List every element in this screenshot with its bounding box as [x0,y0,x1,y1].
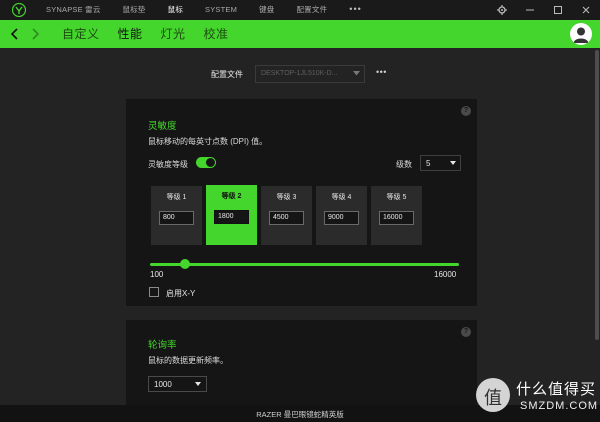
help-icon[interactable]: ? [461,106,471,116]
stage-dpi-input[interactable]: 4500 [269,211,304,225]
polling-rate-dropdown[interactable]: 1000 [148,376,207,392]
top-nav-mousepad[interactable]: 鼠标垫 [123,0,146,20]
sub-tabs: 自定义 性能 灯光 校准 [62,20,247,48]
stage-label: 等级 1 [166,194,187,201]
tab-customize[interactable]: 自定义 [62,20,100,48]
user-avatar[interactable] [570,23,592,45]
stage-count-label: 级数 [396,160,412,169]
polling-title: 轮询率 [148,340,177,351]
stage-count-dropdown[interactable]: 5 [420,155,461,171]
stage-label: 等级 3 [276,194,297,201]
polling-description: 鼠标的数据更新频率。 [148,356,228,365]
forward-arrow-icon[interactable] [28,25,44,43]
back-arrow-icon[interactable] [6,25,22,43]
watermark-text: 什么值得买 [516,381,597,398]
help-icon[interactable]: ? [461,327,471,337]
stage-dpi-input[interactable]: 16000 [379,211,414,225]
dpi-stage-5[interactable]: 等级 5 16000 [371,186,422,245]
gear-icon[interactable] [488,0,516,20]
stage-label: 等级 4 [331,194,352,201]
vertical-scrollbar[interactable] [595,50,599,340]
tab-lighting[interactable]: 灯光 [161,20,186,48]
watermark-glyph: 值 [484,388,502,408]
dpi-stage-4[interactable]: 等级 4 9000 [316,186,367,245]
stage-toggle-label: 灵敏度等级 [148,160,188,169]
dpi-slider-handle[interactable] [180,259,190,269]
profile-dropdown[interactable]: DESKTOP-1JL510K-D... [255,65,365,83]
stage-dpi-input[interactable]: 9000 [324,211,359,225]
minimize-icon[interactable] [516,0,544,20]
stage-count-value: 5 [426,159,431,168]
stage-label: 等级 5 [386,194,407,201]
user-icon [573,27,589,43]
tab-calibration[interactable]: 校准 [204,20,229,48]
enable-xy-checkbox[interactable] [149,287,159,297]
profile-label: 配置文件 [211,70,243,79]
razer-snake-logo-icon[interactable] [12,3,26,17]
maximize-icon[interactable] [544,0,572,20]
sensitivity-panel: ? 灵敏度 鼠标移动的每英寸点数 (DPI) 值。 灵敏度等级 级数 5 等级 … [126,99,477,306]
slider-min-label: 100 [150,270,164,279]
watermark-url: SMZDM.COM [520,400,599,412]
polling-rate-value: 1000 [154,380,172,389]
profile-more-button[interactable]: ••• [376,67,387,77]
dpi-slider-track[interactable] [150,263,459,266]
stage-dpi-input[interactable]: 1800 [214,210,249,224]
chevron-down-icon [450,161,456,165]
top-nav-profiles[interactable]: 配置文件 [296,0,327,20]
slider-max-label: 16000 [434,270,457,279]
top-nav-more-button[interactable]: ••• [349,0,361,20]
sensitivity-stages-toggle[interactable] [196,157,216,168]
stage-dpi-input[interactable]: 800 [159,211,194,225]
top-nav-keyboard[interactable]: 键盘 [259,0,274,20]
sensitivity-title: 灵敏度 [148,121,177,132]
dpi-stage-1[interactable]: 等级 1 800 [151,186,202,245]
tab-performance[interactable]: 性能 [118,20,143,48]
profile-value: DESKTOP-1JL510K-D... [261,70,338,77]
watermark: 值 什么值得买 SMZDM.COM [476,372,600,420]
chevron-down-icon [353,71,360,76]
dpi-stage-2[interactable]: 等级 2 1800 [206,185,257,245]
watermark-logo-icon: 值 [476,378,510,412]
chevron-down-icon [195,382,201,386]
window-controls [488,0,600,20]
close-icon[interactable] [572,0,600,20]
stage-label: 等级 2 [221,193,242,200]
enable-xy-label[interactable]: 启用X-Y [166,288,195,299]
toggle-knob [206,158,215,167]
sub-tab-bar: 自定义 性能 灯光 校准 [0,20,600,48]
top-nav-synapse[interactable]: SYNAPSE 雷云 [46,0,101,20]
sensitivity-description: 鼠标移动的每英寸点数 (DPI) 值。 [148,137,268,146]
top-nav-system[interactable]: SYSTEM [205,0,237,20]
top-nav-mouse[interactable]: 鼠标 [168,0,183,20]
dpi-stage-3[interactable]: 等级 3 4500 [261,186,312,245]
title-bar: SYNAPSE 雷云 鼠标垫 鼠标 SYSTEM 键盘 配置文件 ••• [0,0,600,20]
top-nav: SYNAPSE 雷云 鼠标垫 鼠标 SYSTEM 键盘 配置文件 ••• [46,0,362,20]
